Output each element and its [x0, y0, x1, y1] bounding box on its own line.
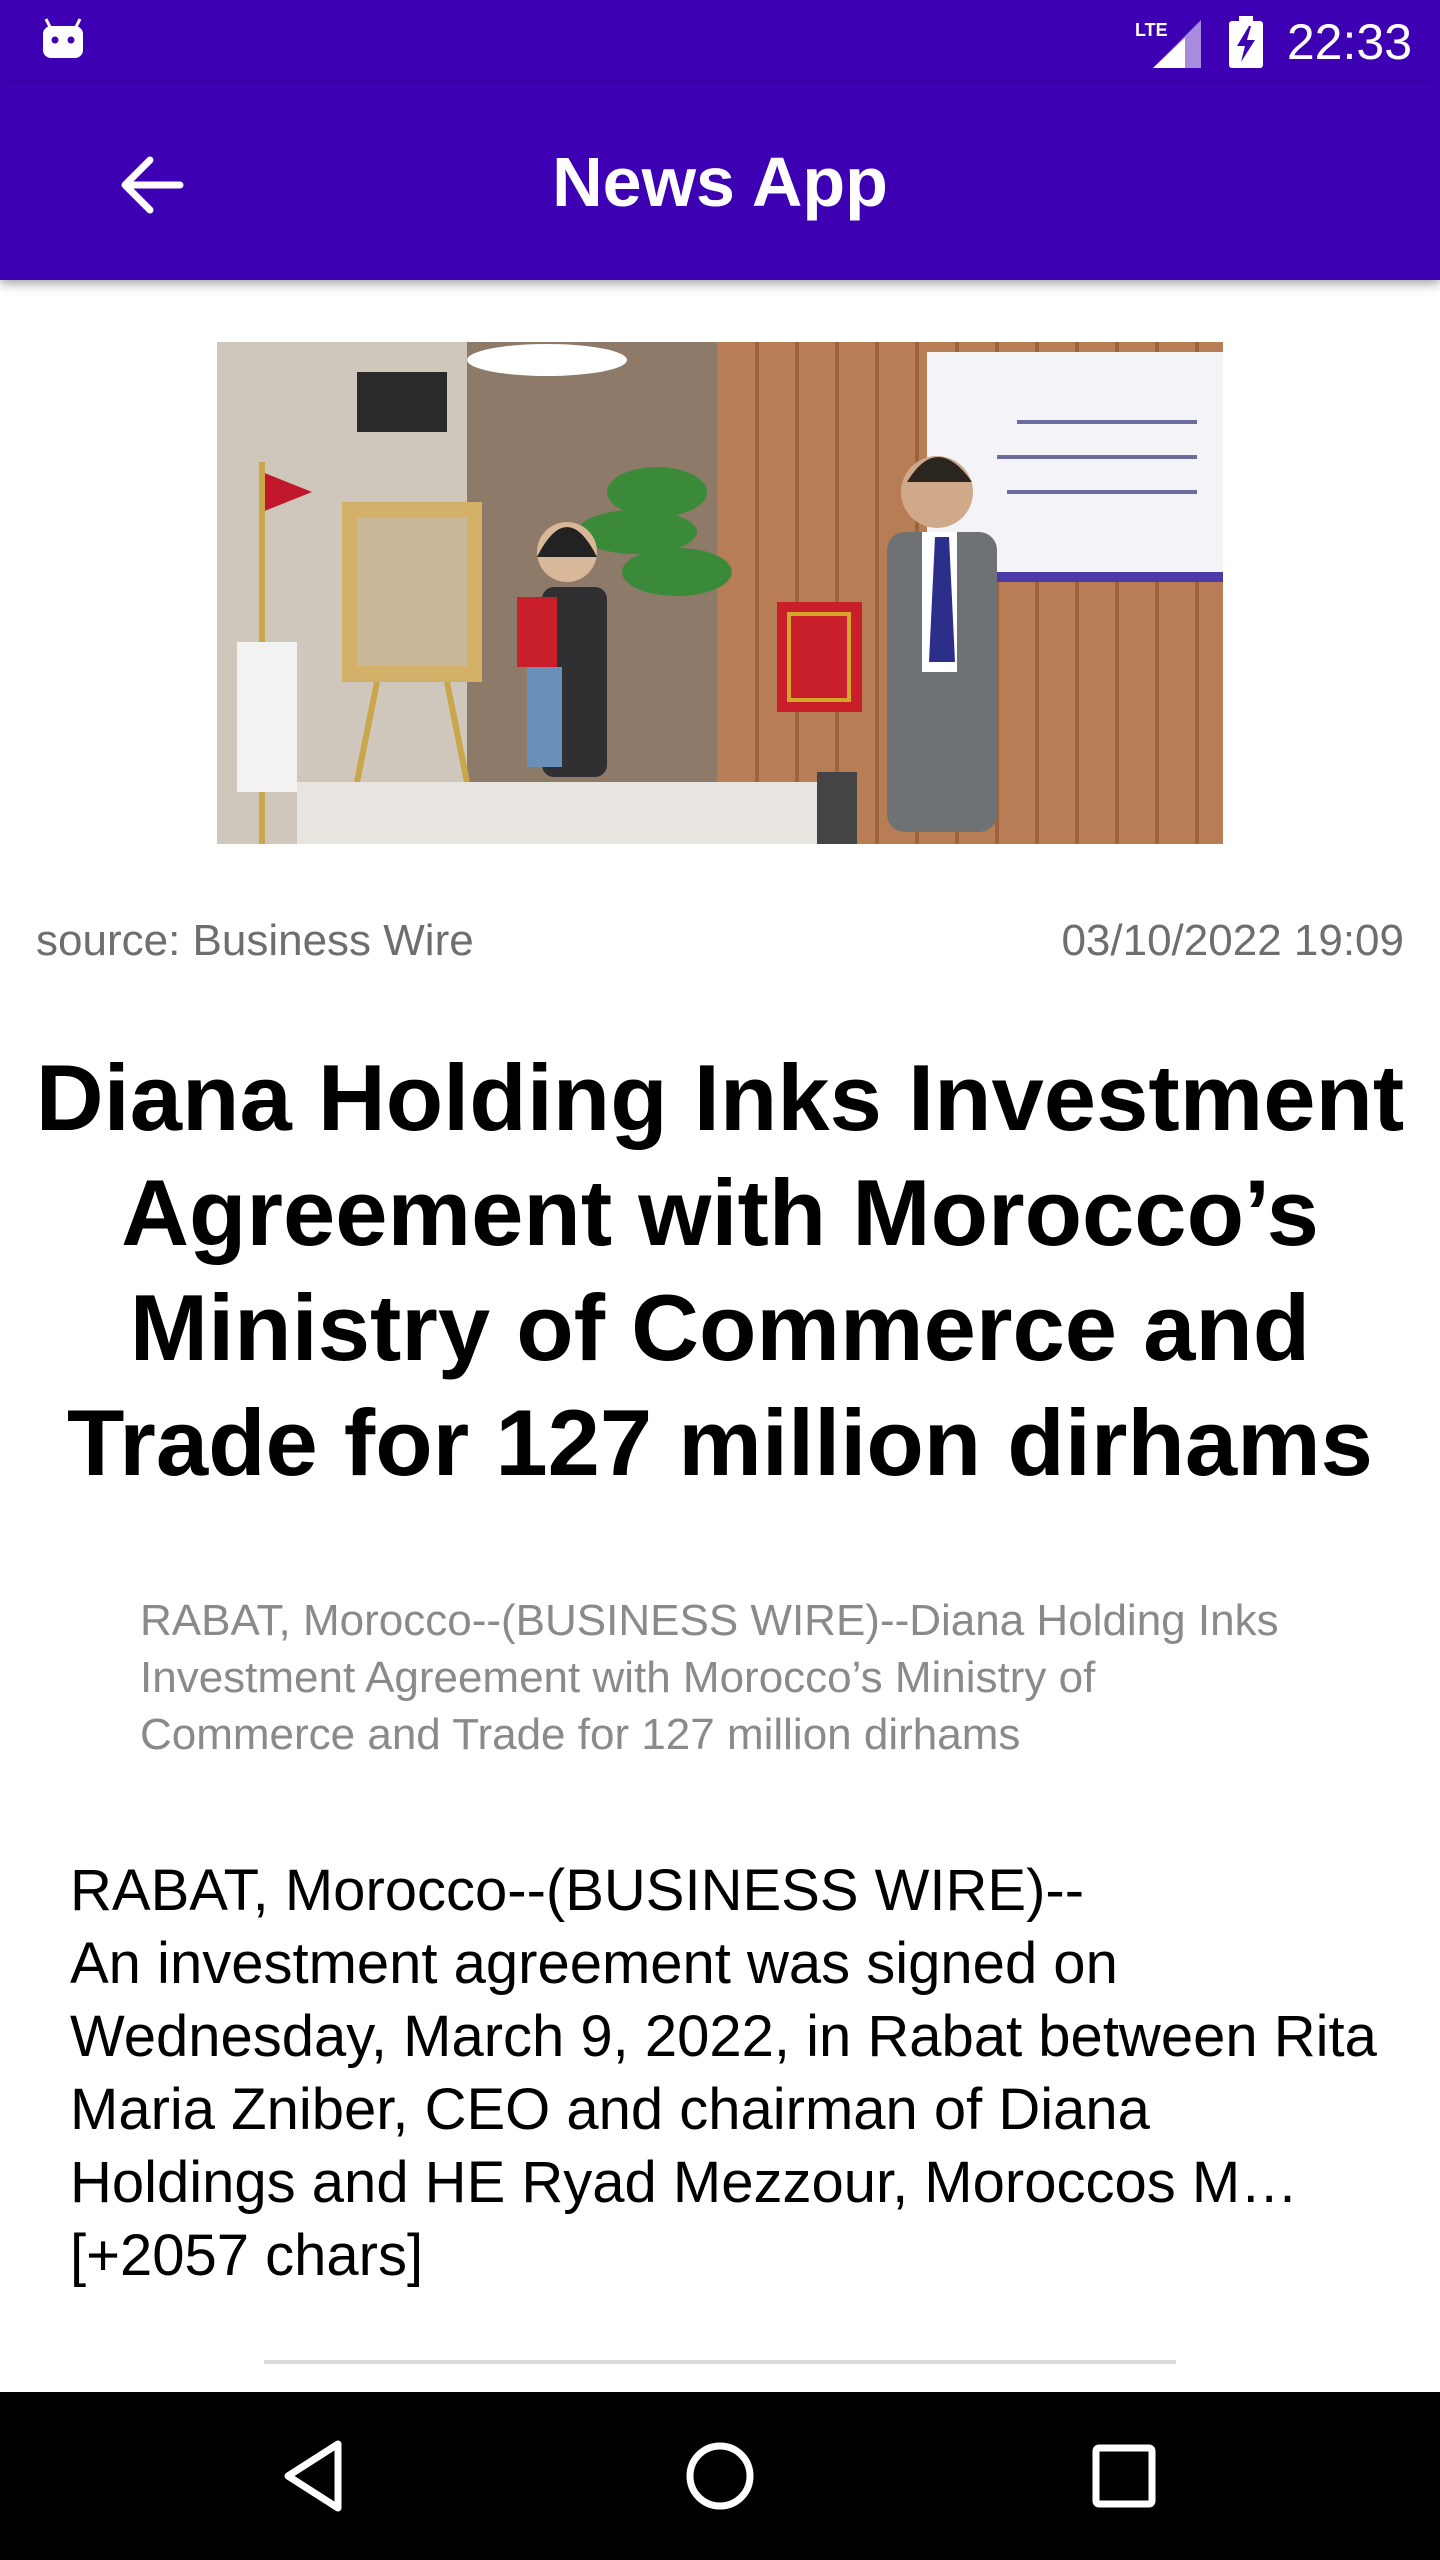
circle-home-icon[interactable] — [670, 2426, 770, 2526]
triangle-back-icon[interactable] — [266, 2426, 366, 2526]
article-source: source: Business Wire — [36, 916, 474, 965]
lte-signal-icon: LTE — [1135, 20, 1201, 68]
app-bar: News App — [0, 84, 1440, 280]
article-headline: Diana Holding Inks Investment Agreement … — [35, 1045, 1405, 1495]
status-icons: LTE 22:33 — [1135, 0, 1412, 84]
app-title: News App — [552, 143, 888, 221]
content-divider — [264, 2360, 1176, 2364]
battery-charging-icon — [1228, 16, 1263, 68]
status-clock: 22:33 — [1286, 14, 1412, 70]
article-summary: RABAT, Morocco--(BUSINESS WIRE)--Diana H… — [140, 1596, 1279, 1759]
square-recents-icon[interactable] — [1074, 2426, 1174, 2526]
system-nav-bar — [0, 2392, 1440, 2560]
article-image[interactable] — [217, 342, 1223, 844]
article-body: RABAT, Morocco--(BUSINESS WIRE)-- An inv… — [70, 1858, 1377, 2288]
android-notification-icon — [43, 18, 83, 58]
status-bar: LTE 22:33 — [0, 0, 1440, 84]
article-date: 03/10/2022 19:09 — [1061, 916, 1404, 965]
lte-label: LTE — [1135, 20, 1168, 40]
